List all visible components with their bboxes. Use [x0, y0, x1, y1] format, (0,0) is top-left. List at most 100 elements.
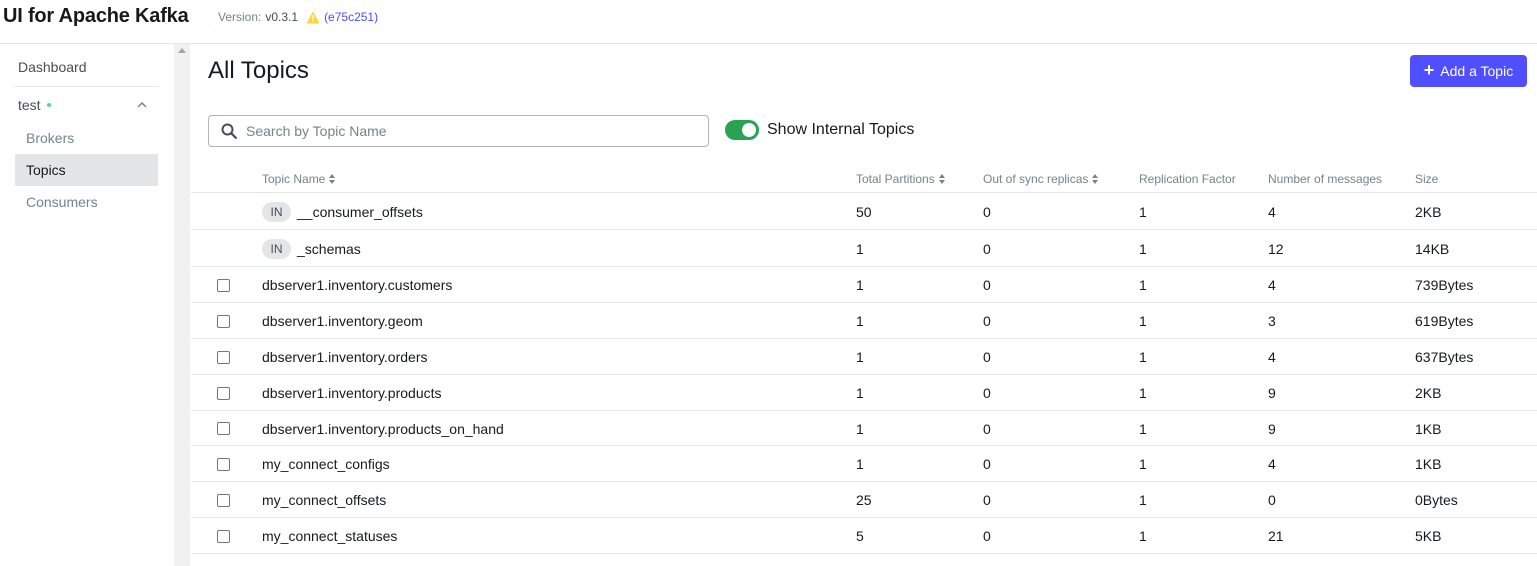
replication-factor-cell: 1 — [1139, 385, 1147, 401]
replication-factor-cell: 1 — [1139, 313, 1147, 329]
number-of-messages-cell: 3 — [1268, 313, 1276, 329]
size-cell: 2KB — [1415, 385, 1442, 401]
header-out-of-sync-label: Out of sync replicas — [983, 172, 1089, 186]
replication-factor-cell: 1 — [1139, 241, 1147, 257]
out-of-sync-cell: 0 — [983, 204, 991, 220]
table-row[interactable]: IN _schemas 1 0 1 12 14KB — [191, 230, 1537, 267]
table-row[interactable]: my_connect_statuses 5 0 1 21 5KB — [191, 518, 1537, 554]
row-checkbox[interactable] — [217, 387, 230, 400]
topic-name-link[interactable]: dbserver1.inventory.orders — [262, 349, 427, 365]
total-partitions-cell: 1 — [856, 241, 864, 257]
top-navbar: UI for Apache Kafka Version: v0.3.1 (e75… — [0, 0, 1537, 44]
replication-factor-cell: 1 — [1139, 456, 1147, 472]
sidebar-item-dashboard[interactable]: Dashboard — [18, 59, 87, 75]
total-partitions-cell: 1 — [856, 349, 864, 365]
topic-name-link[interactable]: dbserver1.inventory.products_on_hand — [262, 421, 504, 437]
topic-name-link[interactable]: my_connect_configs — [262, 456, 390, 472]
plus-icon: + — [1423, 60, 1435, 80]
sort-icon — [938, 174, 946, 184]
search-input[interactable] — [246, 123, 686, 139]
total-partitions-cell: 1 — [856, 313, 864, 329]
out-of-sync-cell: 0 — [983, 385, 991, 401]
table-row[interactable]: dbserver1.inventory.customers 1 0 1 4 739Byte… — [191, 267, 1537, 303]
topic-name-link[interactable]: dbserver1.inventory.products — [262, 385, 442, 401]
number-of-messages-cell: 9 — [1268, 421, 1276, 437]
search-box — [208, 115, 709, 147]
sidebar-item-brokers[interactable]: Brokers — [26, 130, 74, 146]
size-cell: 1KB — [1415, 456, 1442, 472]
page-title: All Topics — [208, 57, 309, 84]
total-partitions-cell: 1 — [856, 421, 864, 437]
table-row[interactable]: my_connect_offsets 25 0 1 0 0Bytes — [191, 482, 1537, 518]
out-of-sync-cell: 0 — [983, 349, 991, 365]
header-size: Size — [1415, 172, 1438, 186]
scroll-up-arrow-icon[interactable] — [178, 48, 186, 53]
topic-name-link[interactable]: _schemas — [297, 241, 361, 257]
total-partitions-cell: 1 — [856, 277, 864, 293]
version-label: Version: — [218, 10, 262, 24]
replication-factor-cell: 1 — [1139, 349, 1147, 365]
version-number: v0.3.1 — [265, 10, 299, 24]
add-topic-button[interactable]: + Add a Topic — [1410, 55, 1527, 87]
table-body: IN __consumer_offsets 50 0 1 4 2KB IN _schemas 1 0… — [191, 193, 1537, 554]
replication-factor-cell: 1 — [1139, 421, 1147, 437]
replication-factor-cell: 1 — [1139, 277, 1147, 293]
size-cell: 2KB — [1415, 204, 1442, 220]
sort-icon — [329, 174, 336, 184]
topic-name-link[interactable]: my_connect_offsets — [262, 492, 386, 508]
header-out-of-sync[interactable]: Out of sync replicas — [983, 172, 1099, 186]
number-of-messages-cell: 4 — [1268, 277, 1276, 293]
number-of-messages-cell: 4 — [1268, 456, 1276, 472]
main-content: All Topics + Add a Topic Show Internal T… — [191, 44, 1537, 566]
show-internal-topics-toggle[interactable] — [725, 120, 759, 140]
out-of-sync-cell: 0 — [983, 456, 991, 472]
sidebar-scrollbar[interactable] — [174, 44, 190, 566]
topic-name-link[interactable]: my_connect_statuses — [262, 528, 397, 544]
commit-link[interactable]: (e75c251) — [324, 10, 378, 24]
out-of-sync-cell: 0 — [983, 277, 991, 293]
sidebar-item-topics[interactable]: Topics — [26, 162, 66, 178]
internal-topics-toggle-group: Show Internal Topics — [725, 120, 914, 140]
out-of-sync-cell: 0 — [983, 241, 991, 257]
row-checkbox[interactable] — [217, 422, 230, 435]
total-partitions-cell: 50 — [856, 204, 872, 220]
sidebar-item-consumers[interactable]: Consumers — [26, 194, 98, 210]
header-total-partitions[interactable]: Total Partitions — [856, 172, 946, 186]
row-checkbox[interactable] — [217, 279, 230, 292]
version-info: Version: v0.3.1 (e75c251) — [218, 10, 378, 24]
search-icon — [221, 123, 237, 139]
table-row[interactable]: my_connect_configs 1 0 1 4 1KB — [191, 446, 1537, 482]
sidebar-cluster-test[interactable]: test — [18, 97, 51, 113]
chevron-up-icon[interactable] — [137, 100, 147, 110]
topic-name-link[interactable]: __consumer_offsets — [297, 204, 423, 220]
number-of-messages-cell: 12 — [1268, 241, 1284, 257]
size-cell: 619Bytes — [1415, 313, 1474, 329]
cluster-online-dot — [46, 103, 51, 107]
warning-icon[interactable] — [306, 11, 320, 24]
size-cell: 0Bytes — [1415, 492, 1458, 508]
replication-factor-cell: 1 — [1139, 492, 1147, 508]
table-row[interactable]: dbserver1.inventory.orders 1 0 1 4 637Bytes — [191, 339, 1537, 375]
row-checkbox[interactable] — [217, 494, 230, 507]
header-number-of-messages-label: Number of messages — [1268, 172, 1383, 186]
topic-name-link[interactable]: dbserver1.inventory.customers — [262, 277, 452, 293]
sidebar: Dashboard test Brokers Topics Consumers — [0, 44, 174, 566]
out-of-sync-cell: 0 — [983, 421, 991, 437]
total-partitions-cell: 25 — [856, 492, 872, 508]
topics-table: Topic Name Total Partitions Out of sync … — [191, 162, 1537, 554]
size-cell: 739Bytes — [1415, 277, 1474, 293]
header-topic-name[interactable]: Topic Name — [262, 172, 336, 186]
row-checkbox[interactable] — [217, 315, 230, 328]
header-total-partitions-label: Total Partitions — [856, 172, 935, 186]
number-of-messages-cell: 4 — [1268, 204, 1276, 220]
topic-name-link[interactable]: dbserver1.inventory.geom — [262, 313, 423, 329]
app-title[interactable]: UI for Apache Kafka — [3, 5, 189, 28]
row-checkbox[interactable] — [217, 458, 230, 471]
row-checkbox[interactable] — [217, 530, 230, 543]
table-row[interactable]: dbserver1.inventory.products_on_hand 1 0 1 9… — [191, 411, 1537, 446]
row-checkbox[interactable] — [217, 351, 230, 364]
table-row[interactable]: dbserver1.inventory.geom 1 0 1 3 619Bytes — [191, 303, 1537, 339]
table-row[interactable]: dbserver1.inventory.products 1 0 1 9 2KB — [191, 375, 1537, 411]
size-cell: 5KB — [1415, 528, 1442, 544]
table-row[interactable]: IN __consumer_offsets 50 0 1 4 2KB — [191, 193, 1537, 230]
